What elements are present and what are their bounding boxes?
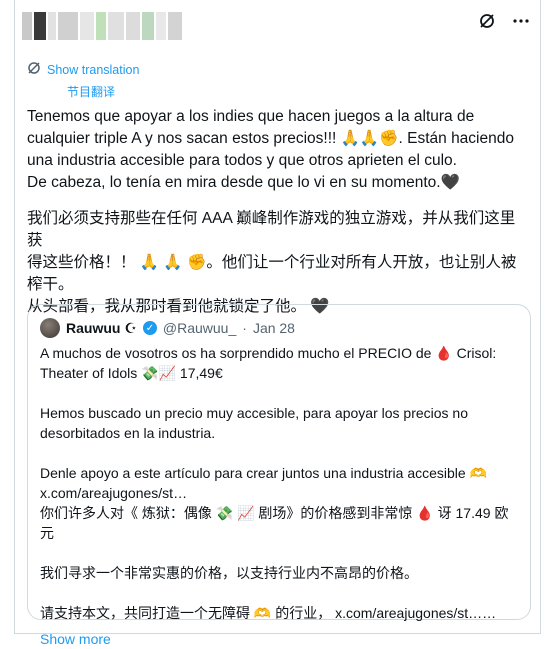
blur-block: [96, 12, 106, 40]
quoted-line: 我们寻求一个非常实惠的价格，以支持行业内不高昂的价格。: [40, 565, 418, 581]
separator: ·: [242, 320, 247, 336]
show-more-link[interactable]: Show more: [40, 629, 520, 649]
blurred-header: [22, 12, 182, 40]
quoted-line: 你们许多人对《 炼狱：偶像 💸 📈 剧场》的价格感到非常惊 🩸 讶 17.49 …: [40, 505, 509, 541]
quoted-line: Denle apoyo a este artículo para crear j…: [40, 465, 488, 481]
quoted-tweet-header: Rauwuu ☪ ✓ @Rauwuu_ · Jan 28: [40, 318, 295, 338]
tweet-line-es-1: Tenemos que apoyar a los indies que hace…: [27, 108, 475, 125]
quoted-line: A muchos de vosotros os ha sorprendido m…: [40, 345, 497, 361]
verified-badge-icon: ✓: [142, 321, 157, 335]
quoted-tweet-text: A muchos de vosotros os ha sorprendido m…: [40, 343, 520, 649]
blur-block: [168, 12, 182, 40]
tweet-line-zh-2: 得这些价格！！ 🙏 🙏 ✊。他们让一个行业对所有人开放，也让别人被: [27, 254, 517, 271]
quoted-line: Hemos buscado un precio muy accesible, p…: [40, 405, 469, 421]
author-handle[interactable]: @Rauwuu_: [163, 320, 236, 336]
tweet-line-es-4: De cabeza, lo tenía en mira desde que lo…: [27, 174, 460, 191]
blur-block: [48, 12, 56, 40]
translation-source: 节目翻译: [67, 85, 116, 99]
avatar[interactable]: [40, 318, 60, 338]
quoted-line: Theater of Idols 💸📈 17,49€: [40, 365, 223, 381]
blur-block: [58, 12, 78, 40]
translate-icon: [27, 61, 41, 78]
blur-block: [108, 12, 124, 40]
blur-block: [156, 12, 166, 40]
quoted-line: desorbitados en la industria.: [40, 425, 216, 441]
blur-block: [126, 12, 140, 40]
tweet-line-zh-3: 榨干。: [27, 276, 74, 293]
blur-block: [34, 12, 46, 40]
tweet-line-zh-1: 我们必须支持那些在任何 AAA 巅峰制作游戏的独立游戏，并从我们这里获: [27, 210, 516, 249]
grok-icon[interactable]: [478, 12, 496, 30]
quoted-tweet[interactable]: Rauwuu ☪ ✓ @Rauwuu_ · Jan 28 A muchos de…: [27, 304, 531, 647]
tweet-text: Tenemos que apoyar a los indies que hace…: [27, 106, 522, 318]
show-translation-link[interactable]: Show translation: [27, 61, 139, 78]
more-icon[interactable]: [512, 12, 530, 30]
post-date[interactable]: Jan 28: [253, 320, 295, 336]
author-name[interactable]: Rauwuu ☪: [66, 320, 137, 337]
tweet-line-es-3: una industria accesible para todos y que…: [27, 152, 457, 169]
blur-block: [142, 12, 154, 40]
quoted-line: x.com/areajugones/st…: [40, 485, 188, 501]
tweet-actions: [478, 12, 530, 30]
tweet-line-es-2: cualquier triple A y nos sacan estos pre…: [27, 130, 514, 147]
blur-block: [80, 12, 94, 40]
show-translation-label: Show translation: [47, 62, 140, 77]
blur-block: [22, 12, 32, 40]
quoted-line: 请支持本文，共同打造一个无障碍 🫶 的行业， x.com/areajugones…: [40, 605, 497, 621]
